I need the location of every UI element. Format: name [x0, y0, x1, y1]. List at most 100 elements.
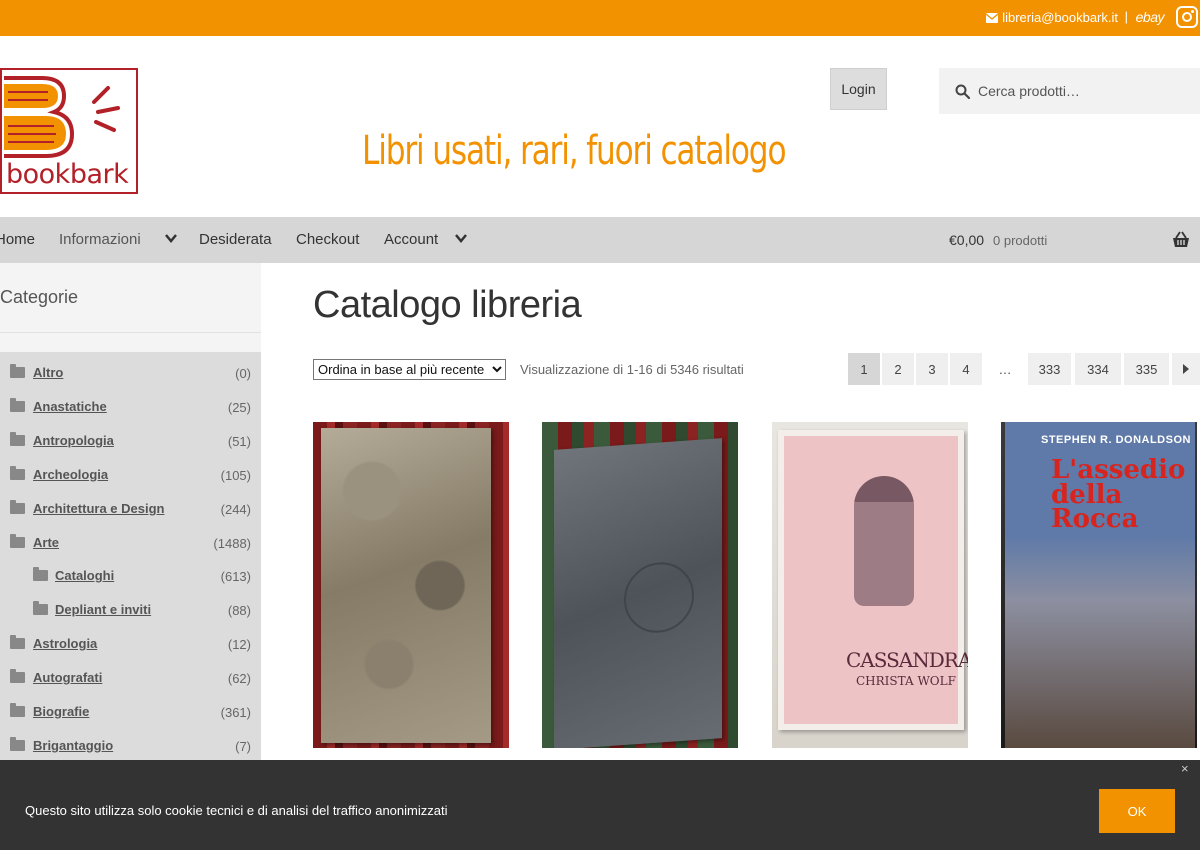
folder-icon — [10, 500, 25, 514]
page-title: Catalogo libreria — [313, 284, 582, 326]
category-count: (62) — [227, 671, 251, 686]
cart-total[interactable]: €0,00 — [949, 232, 984, 248]
category-item[interactable]: Antropologia (51) — [0, 422, 261, 456]
folder-icon — [33, 601, 48, 615]
arrow-right-icon — [1183, 364, 1189, 374]
category-item[interactable]: Architettura e Design (244) — [0, 490, 261, 524]
separator: | — [1124, 9, 1128, 24]
category-count: (51) — [227, 434, 251, 449]
category-count: (88) — [227, 603, 251, 618]
page-link-current: 1 — [848, 353, 880, 385]
category-item[interactable]: Brigantaggio (7) — [0, 727, 261, 761]
category-list: Altro (0) Anastatiche (25) Antropologia (51… — [0, 352, 261, 760]
cookie-banner: Questo sito utilizza solo cookie tecnici… — [0, 760, 1200, 850]
instagram-icon[interactable] — [1176, 6, 1198, 28]
category-count: (7) — [235, 739, 251, 754]
category-count: (1488) — [213, 536, 251, 551]
category-item-sub[interactable]: Cataloghi (613) — [0, 557, 261, 591]
category-name[interactable]: Brigantaggio — [33, 738, 113, 753]
close-icon[interactable]: × — [1181, 761, 1189, 776]
site-logo[interactable]: bookbark — [0, 68, 138, 194]
nav-item-informazioni[interactable]: Informazioni — [59, 231, 141, 248]
category-name[interactable]: Altro — [33, 365, 63, 380]
folder-icon — [10, 364, 25, 378]
folder-icon — [10, 635, 25, 649]
category-name[interactable]: Depliant e inviti — [55, 602, 151, 617]
page-link[interactable]: 334 — [1075, 353, 1121, 385]
category-name[interactable]: Anastatiche — [33, 399, 107, 414]
envelope-icon — [986, 12, 999, 23]
category-name[interactable]: Autografati — [33, 670, 102, 685]
category-name[interactable]: Archeologia — [33, 467, 108, 482]
chevron-down-icon[interactable] — [165, 234, 177, 243]
category-name[interactable]: Astrologia — [33, 636, 97, 651]
folder-icon — [10, 703, 25, 717]
category-count: (244) — [220, 502, 251, 517]
cover-emblem — [624, 560, 694, 635]
category-count: (613) — [220, 569, 251, 584]
search-box — [939, 68, 1200, 114]
cover-author: STEPHEN R. DONALDSON — [1041, 434, 1191, 446]
product-card[interactable]: CASSANDRA CHRISTA WOLF — [772, 422, 968, 748]
divider — [0, 332, 261, 333]
category-count: (25) — [227, 400, 251, 415]
category-name[interactable]: Biografie — [33, 704, 89, 719]
product-image[interactable]: STEPHEN R. DONALDSON L'assedio della Roc… — [1005, 422, 1195, 748]
nav-item-desiderata[interactable]: Desiderata — [199, 231, 272, 248]
page-ellipsis: … — [998, 361, 1012, 377]
category-name[interactable]: Antropologia — [33, 433, 114, 448]
product-card[interactable] — [542, 422, 738, 748]
category-name[interactable]: Cataloghi — [55, 568, 114, 583]
site-tagline: Libri usati, rari, fuori catalogo — [362, 128, 787, 174]
cookie-message: Questo sito utilizza solo cookie tecnici… — [25, 803, 448, 818]
product-card[interactable] — [313, 422, 509, 748]
category-count: (361) — [220, 705, 251, 720]
category-name[interactable]: Architettura e Design — [33, 501, 164, 516]
category-count: (105) — [220, 468, 251, 483]
page-link[interactable]: 335 — [1124, 353, 1169, 385]
ebay-link[interactable]: ebay — [1136, 9, 1165, 25]
folder-icon — [10, 432, 25, 446]
category-item[interactable]: Anastatiche (25) — [0, 388, 261, 422]
category-item[interactable]: Archeologia (105) — [0, 456, 261, 490]
folder-icon — [10, 398, 25, 412]
category-count: (0) — [235, 366, 251, 381]
cookie-accept-button[interactable]: OK — [1099, 789, 1175, 833]
page-link[interactable]: 3 — [916, 353, 948, 385]
category-item[interactable]: Biografie (361) — [0, 693, 261, 727]
chevron-down-icon[interactable] — [455, 234, 467, 243]
folder-icon — [10, 669, 25, 683]
page-link[interactable]: 333 — [1028, 353, 1071, 385]
category-item[interactable]: Astrologia (12) — [0, 625, 261, 659]
next-page-button[interactable] — [1172, 353, 1200, 385]
nav-item-checkout[interactable]: Checkout — [296, 231, 359, 248]
cover-title: CASSANDRA — [846, 648, 968, 672]
nav-item-home[interactable]: Home — [0, 231, 35, 248]
folder-icon — [10, 466, 25, 480]
email-text: libreria@bookbark.it — [1002, 10, 1118, 25]
cover-author: CHRISTA WOLF — [856, 674, 956, 688]
orderby-select[interactable]: Ordina in base al più recente — [313, 359, 506, 380]
magnifier-icon — [955, 84, 970, 99]
page-link[interactable]: 4 — [950, 353, 982, 385]
nav-item-account[interactable]: Account — [384, 231, 438, 248]
category-item[interactable]: Arte (1488) — [0, 524, 261, 558]
product-image[interactable] — [321, 428, 491, 743]
category-item[interactable]: Autografati (62) — [0, 659, 261, 693]
login-button[interactable]: Login — [830, 68, 887, 110]
search-input[interactable] — [978, 83, 1178, 99]
product-card[interactable]: STEPHEN R. DONALDSON L'assedio della Roc… — [1001, 422, 1197, 748]
category-name[interactable]: Arte — [33, 535, 59, 550]
product-image[interactable] — [554, 438, 722, 748]
folder-icon — [33, 567, 48, 581]
category-item-sub[interactable]: Depliant e inviti (88) — [0, 591, 261, 625]
logo-text: bookbark — [6, 159, 129, 190]
cart-count[interactable]: 0 prodotti — [993, 233, 1047, 248]
category-item[interactable]: Altro (0) — [0, 354, 261, 388]
main-nav: Home Informazioni Desiderata Checkout Ac… — [0, 217, 1200, 263]
product-image[interactable]: CASSANDRA CHRISTA WOLF — [778, 430, 968, 730]
page-link[interactable]: 2 — [882, 353, 914, 385]
email-link[interactable]: libreria@bookbark.it — [986, 10, 1118, 25]
basket-icon[interactable] — [1171, 230, 1191, 250]
logo-graphic — [4, 76, 120, 158]
